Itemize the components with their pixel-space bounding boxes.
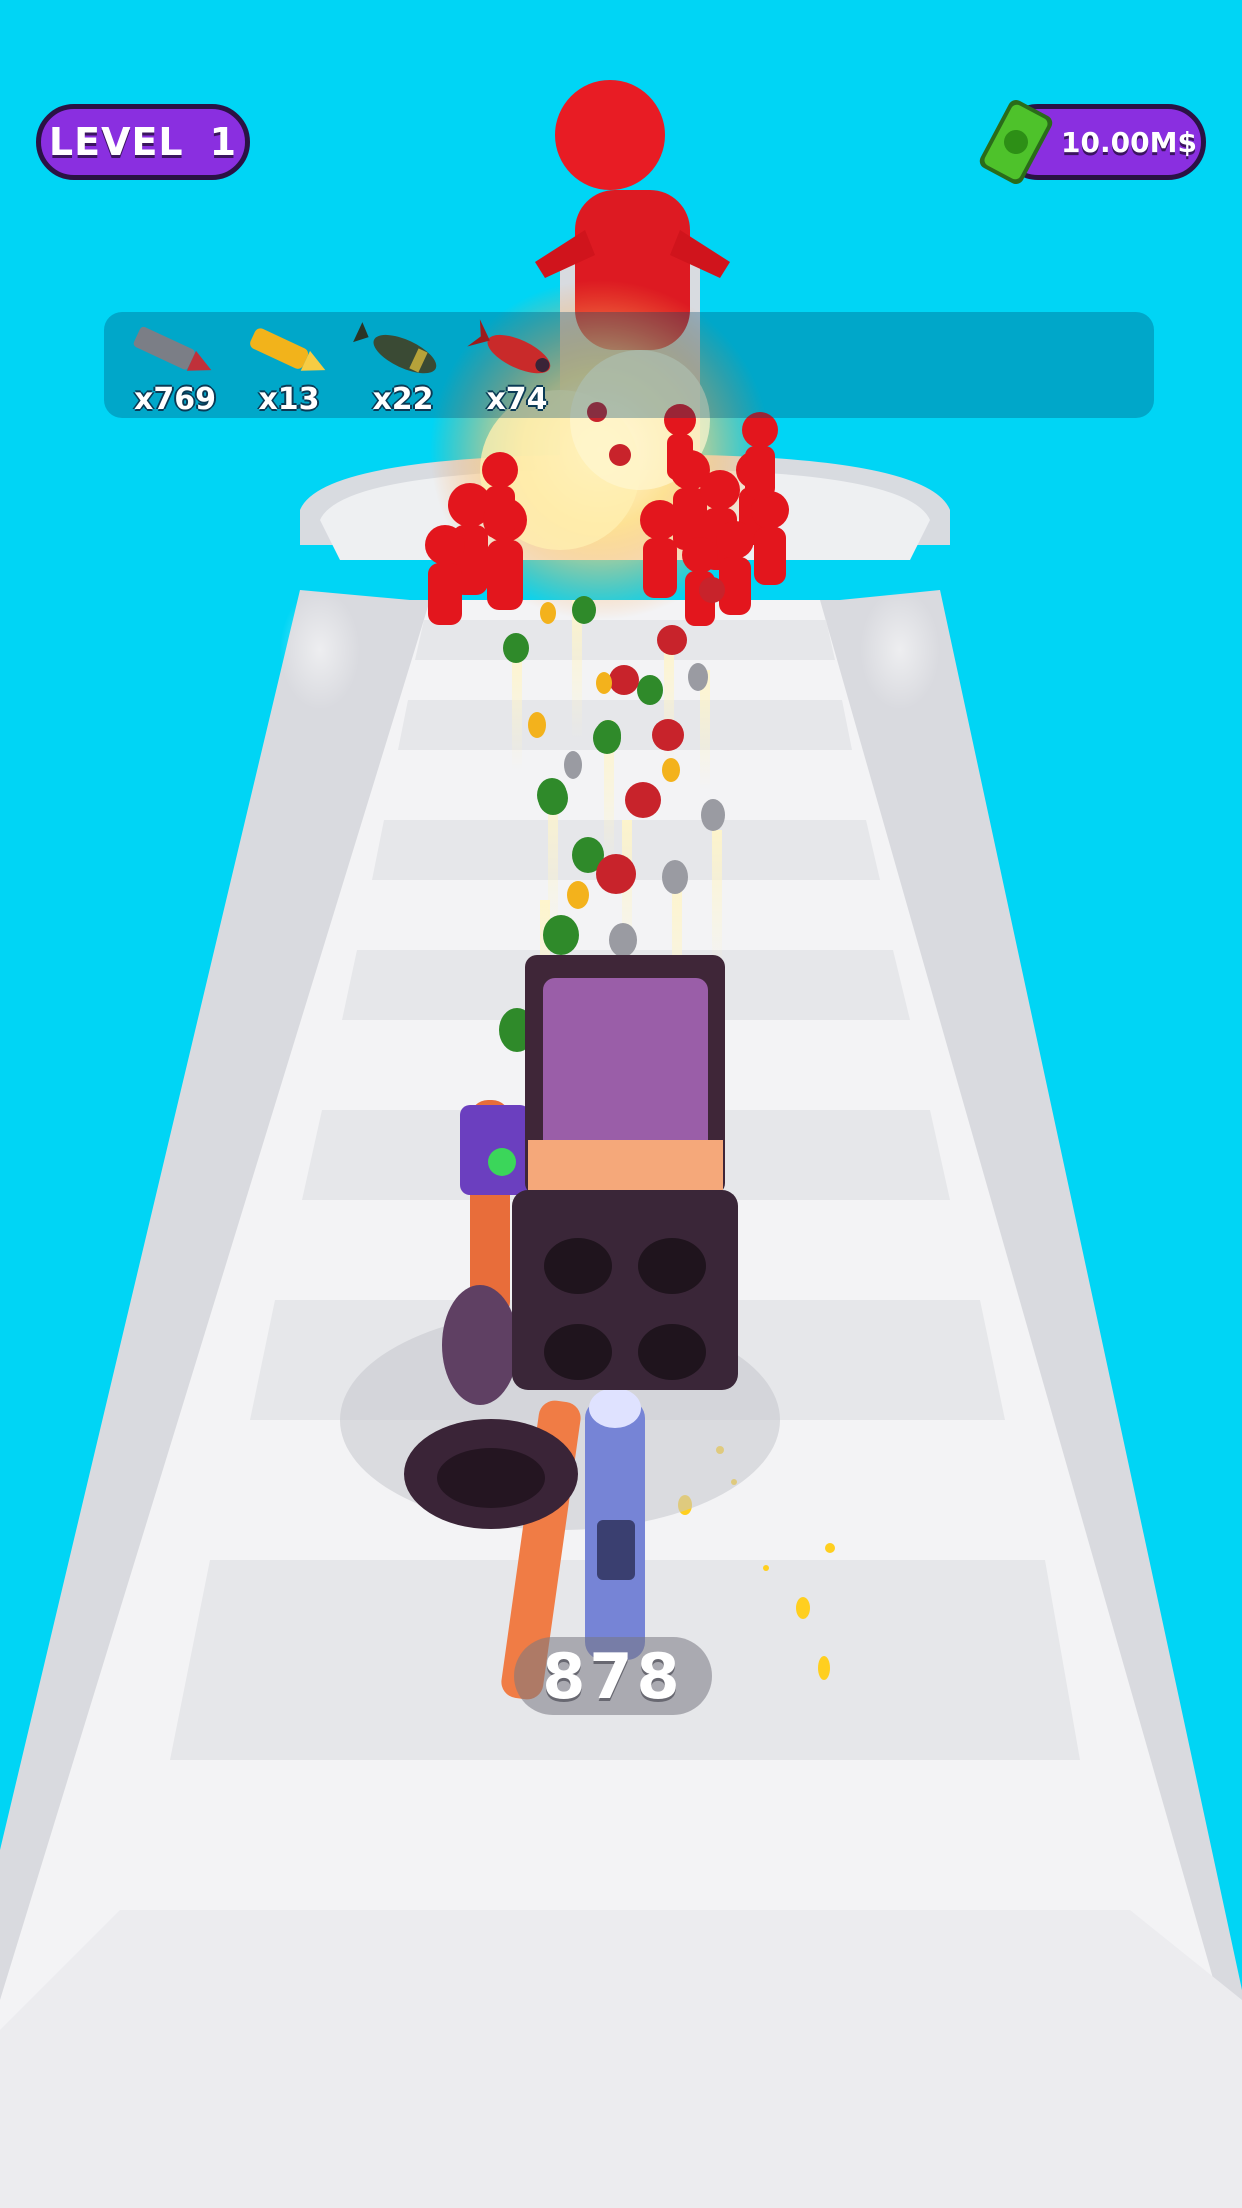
ammo-inventory: x769 x13 x22 x74 xyxy=(104,312,1154,418)
bullet-icon xyxy=(133,326,212,371)
rocket-icon xyxy=(467,319,551,374)
ammo-slot-gold-bullet: x13 xyxy=(234,316,344,417)
cash-icon xyxy=(979,100,1053,184)
ammo-count-gold-bullet: x13 xyxy=(258,382,320,417)
level-label: LEVEL xyxy=(48,120,184,164)
ammo-slot-bullet: x769 xyxy=(120,316,230,417)
ammo-slot-rocket: x74 xyxy=(462,316,572,417)
level-number: 1 xyxy=(209,120,238,164)
ammo-count-bullet: x769 xyxy=(134,382,216,417)
ammo-count-bomb: x22 xyxy=(372,382,434,417)
cash-amount: 10.00M$ xyxy=(1061,125,1197,159)
bomb-icon xyxy=(353,322,437,374)
gold-bullet-icon xyxy=(250,328,326,371)
ammo-slot-bomb: x22 xyxy=(348,316,458,417)
ammo-count-rocket: x74 xyxy=(486,382,548,417)
level-indicator: LEVEL 1 xyxy=(36,104,250,180)
weapon-ammo-counter: 878 xyxy=(514,1637,712,1715)
